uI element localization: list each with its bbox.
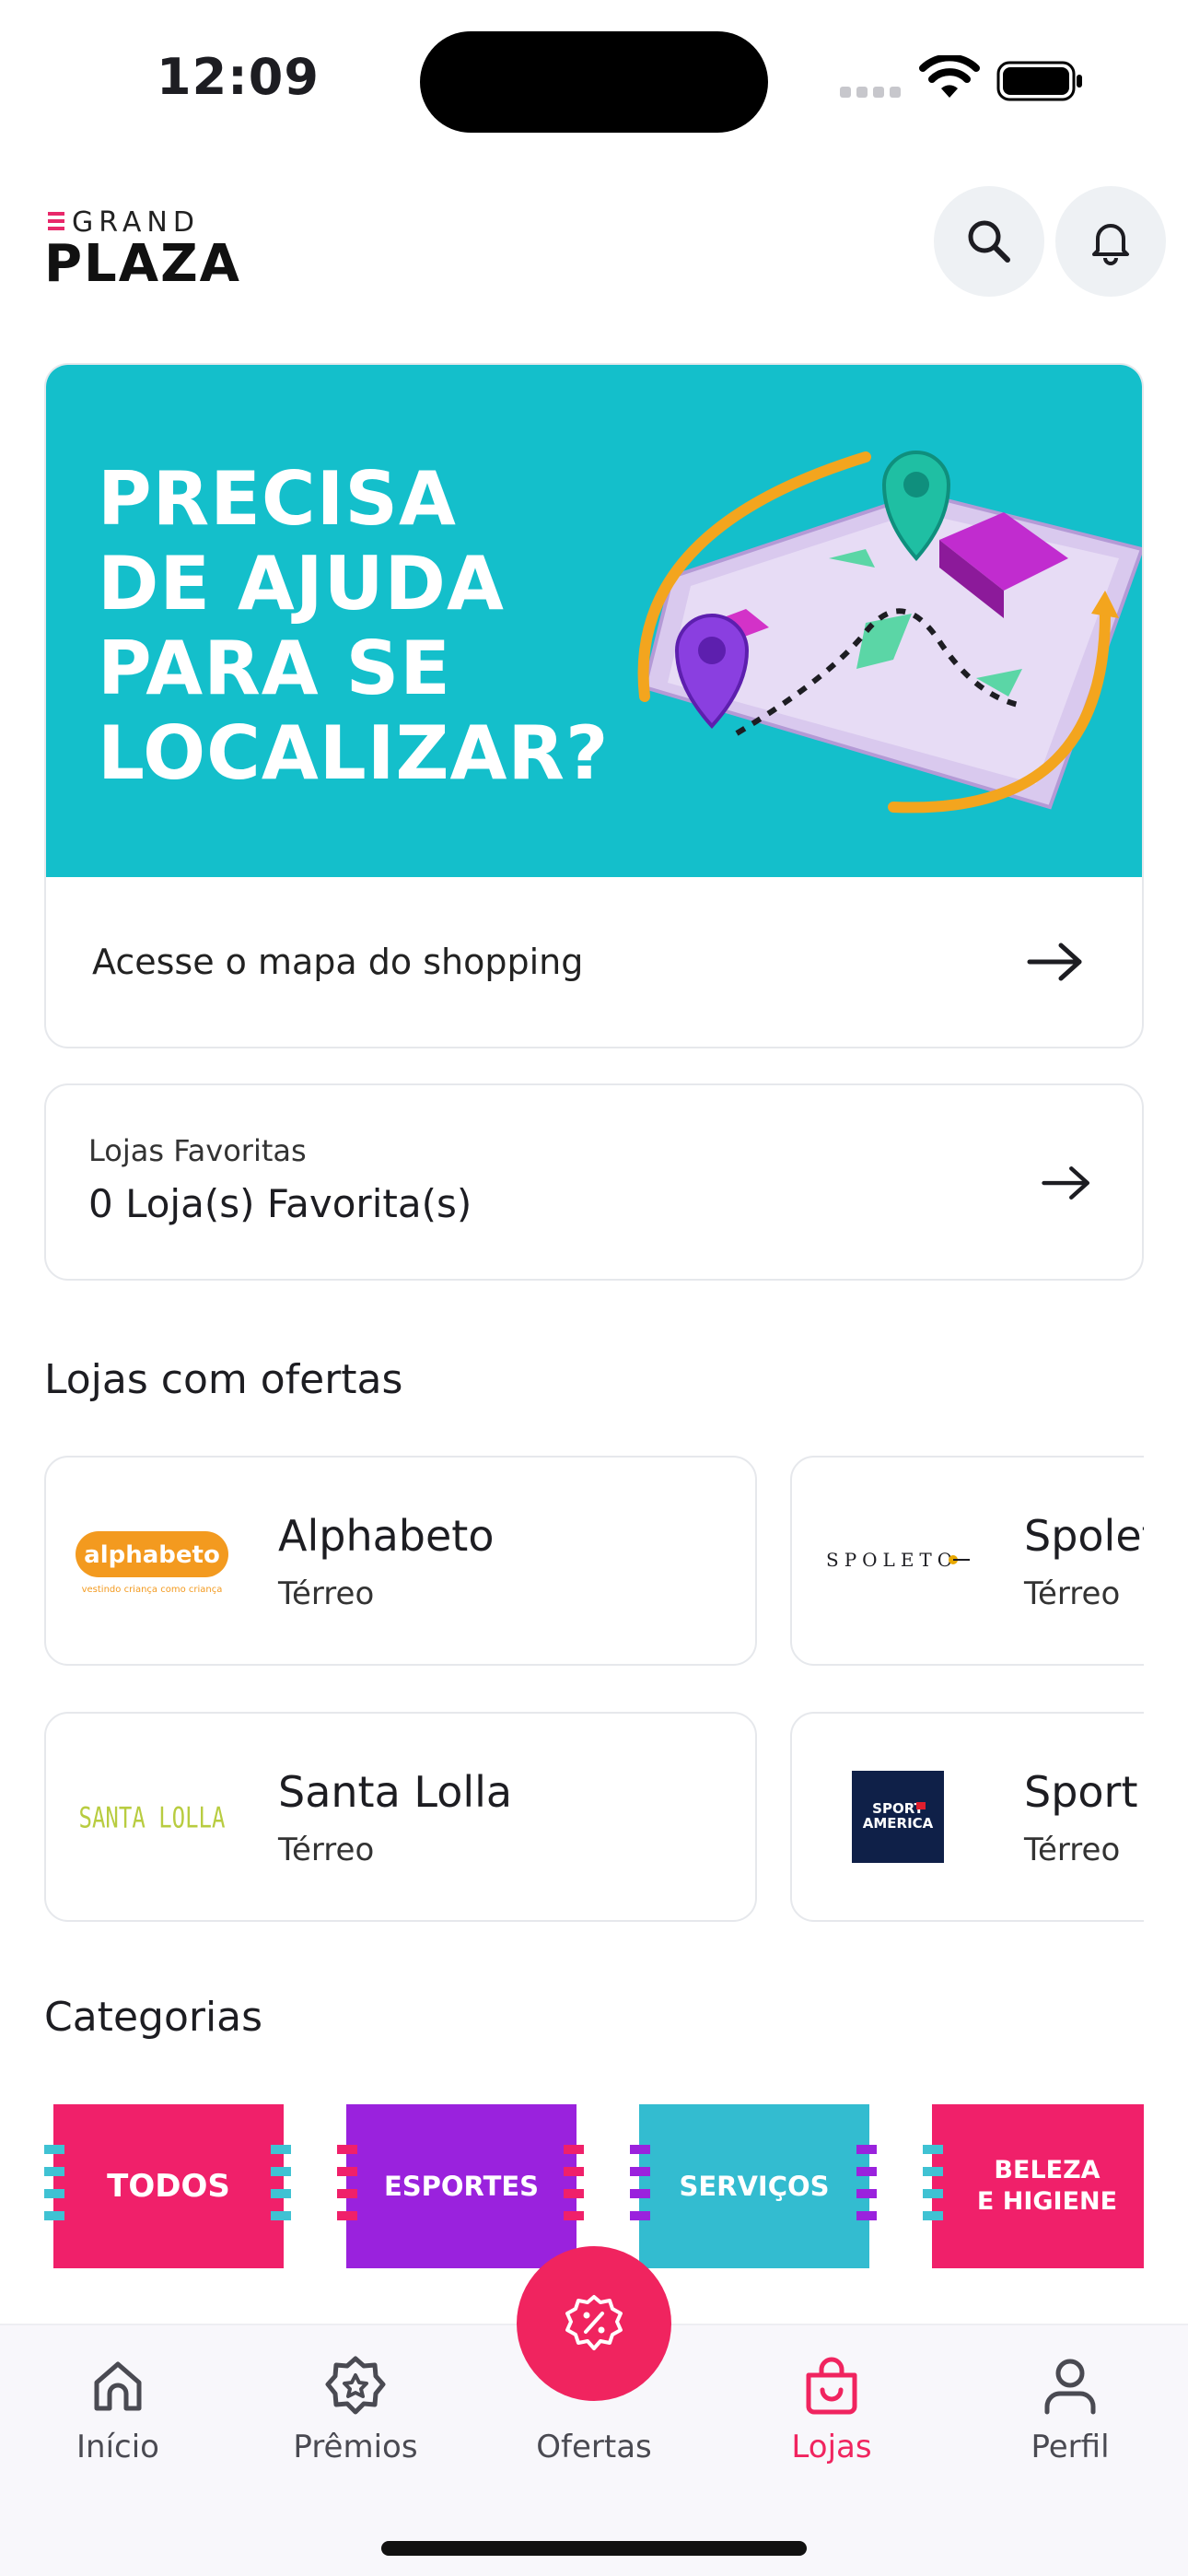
- notifications-button[interactable]: [1055, 186, 1166, 297]
- stores-carousel[interactable]: alphabeto vestindo criança como criança …: [44, 1456, 1144, 1922]
- status-time: 12:09: [157, 48, 320, 106]
- alphabeto-logo-tagline: vestindo criança como criança: [82, 1585, 223, 1595]
- store-name: Santa Lolla: [278, 1767, 513, 1817]
- grand-plaza-logo[interactable]: GRAND PLAZA: [44, 206, 247, 294]
- search-icon: [968, 220, 1010, 263]
- categories-section-title: Categorias: [44, 1994, 263, 2041]
- arrow-right-icon: [1042, 1166, 1089, 1200]
- map-banner-image: PRECISA DE AJUDA PARA SE LOCALIZAR?: [46, 365, 1142, 877]
- nav-tab-premios[interactable]: Prêmios: [263, 2353, 448, 2491]
- store-card-sport-america[interactable]: SPORT AMERICA Sport America Térreo: [790, 1712, 1144, 1922]
- app-header: GRAND PLAZA: [0, 166, 1188, 332]
- arrow-right-icon: [1027, 943, 1082, 981]
- status-bar: 12:09: [0, 0, 1188, 157]
- store-logo-spoleto: SPOLETO: [820, 1507, 976, 1614]
- store-name: Spoleto: [1024, 1511, 1144, 1561]
- banner-headline-line: PARA SE: [98, 626, 451, 711]
- map-link-label: Acesse o mapa do shopping: [92, 942, 584, 982]
- store-logo-sport-america: SPORT AMERICA: [820, 1763, 976, 1870]
- favorite-stores-card[interactable]: Lojas Favoritas 0 Loja(s) Favorita(s): [44, 1083, 1144, 1281]
- cellular-signal-icon: [840, 87, 904, 100]
- store-card-alphabeto[interactable]: alphabeto vestindo criança como criança …: [44, 1456, 757, 1666]
- nav-tab-inicio[interactable]: Início: [26, 2353, 210, 2491]
- nav-label: Lojas: [791, 2429, 872, 2465]
- map-link-row[interactable]: Acesse o mapa do shopping: [46, 877, 1142, 1047]
- favorite-stores-title: Lojas Favoritas: [88, 1133, 307, 1168]
- alphabeto-logo-text: alphabeto: [84, 1541, 220, 1569]
- map-illustration-icon: [637, 451, 1142, 814]
- banner-headline-line: PRECISA: [98, 456, 457, 542]
- search-button[interactable]: [934, 186, 1044, 297]
- store-floor: Térreo: [1024, 1575, 1121, 1612]
- store-logo-santa-lolla: SANTA LOLLA: [74, 1763, 230, 1870]
- nav-label: Prêmios: [293, 2429, 418, 2465]
- award-icon: [325, 2356, 386, 2415]
- store-card-spoleto[interactable]: SPOLETO Spoleto Térreo: [790, 1456, 1144, 1666]
- sport-america-logo: SPORT AMERICA: [852, 1771, 944, 1863]
- shopping-bag-icon: [806, 2357, 857, 2415]
- store-name: Alphabeto: [278, 1511, 495, 1561]
- wifi-icon: [919, 55, 980, 98]
- store-floor: Térreo: [1024, 1832, 1121, 1868]
- favorite-stores-count: 0 Loja(s) Favorita(s): [88, 1181, 472, 1226]
- user-icon: [1044, 2359, 1096, 2415]
- nav-tab-lojas[interactable]: Lojas: [740, 2353, 924, 2491]
- store-logo-alphabeto: alphabeto vestindo criança como criança: [74, 1507, 230, 1614]
- store-card-santa-lolla[interactable]: SANTA LOLLA Santa Lolla Térreo: [44, 1712, 757, 1922]
- nav-label: Perfil: [1031, 2429, 1110, 2465]
- map-banner-card[interactable]: PRECISA DE AJUDA PARA SE LOCALIZAR? Aces…: [44, 363, 1144, 1048]
- alphabeto-logo: alphabeto vestindo criança como criança: [76, 1531, 228, 1595]
- nav-tab-perfil[interactable]: Perfil: [978, 2353, 1162, 2491]
- discount-badge-icon: [565, 2295, 623, 2350]
- banner-headline-line: LOCALIZAR?: [98, 710, 610, 796]
- stores-section-title: Lojas com ofertas: [44, 1356, 403, 1403]
- offers-fab-button[interactable]: [517, 2246, 671, 2401]
- home-indicator[interactable]: [381, 2541, 807, 2556]
- santa-lolla-logo-text: SANTA LOLLA: [79, 1800, 226, 1834]
- nav-label: Início: [76, 2429, 159, 2465]
- sport-america-logo-text: AMERICA: [863, 1815, 934, 1832]
- store-floor: Térreo: [278, 1575, 375, 1612]
- santa-lolla-logo: SANTA LOLLA: [79, 1800, 226, 1834]
- battery-icon: [996, 61, 1082, 101]
- home-icon: [94, 2361, 142, 2411]
- banner-headline-line: DE AJUDA: [98, 541, 505, 626]
- banner-headline: PRECISA DE AJUDA PARA SE LOCALIZAR?: [98, 457, 609, 796]
- logo-mark: [48, 212, 64, 236]
- spoleto-logo: SPOLETO: [826, 1549, 970, 1571]
- store-name: Sport America: [1024, 1767, 1144, 1817]
- spoleto-logo-text: SPOLETO: [826, 1549, 958, 1571]
- nav-label: Ofertas: [536, 2429, 652, 2465]
- store-floor: Térreo: [278, 1832, 375, 1868]
- dynamic-island: [420, 31, 768, 133]
- bell-icon: [1092, 224, 1129, 265]
- logo-plaza-text: PLAZA: [44, 234, 242, 294]
